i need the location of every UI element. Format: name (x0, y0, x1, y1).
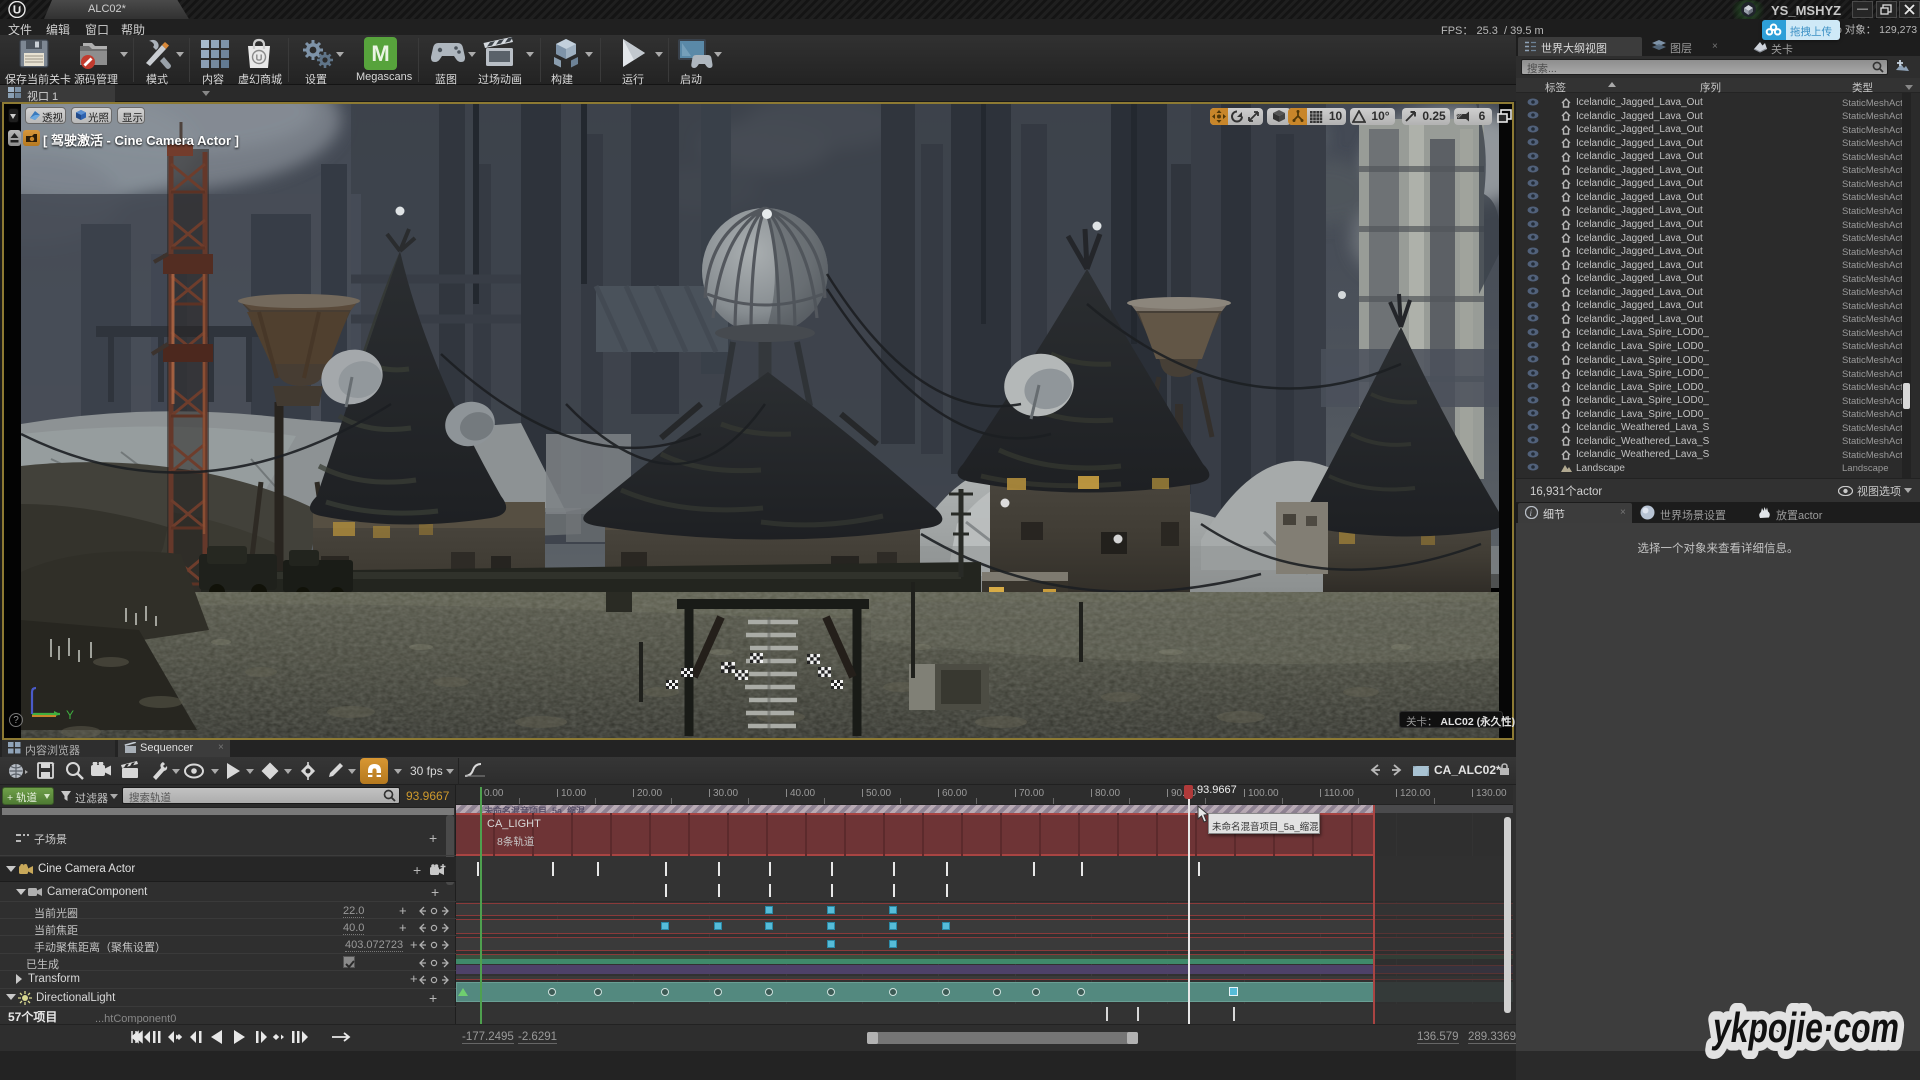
svg-text:*: * (51, 761, 55, 771)
svg-text:Y: Y (66, 708, 74, 722)
svg-text:ykpojie·com: ykpojie·com (1711, 1004, 1899, 1051)
svg-text:i: i (1530, 508, 1533, 518)
